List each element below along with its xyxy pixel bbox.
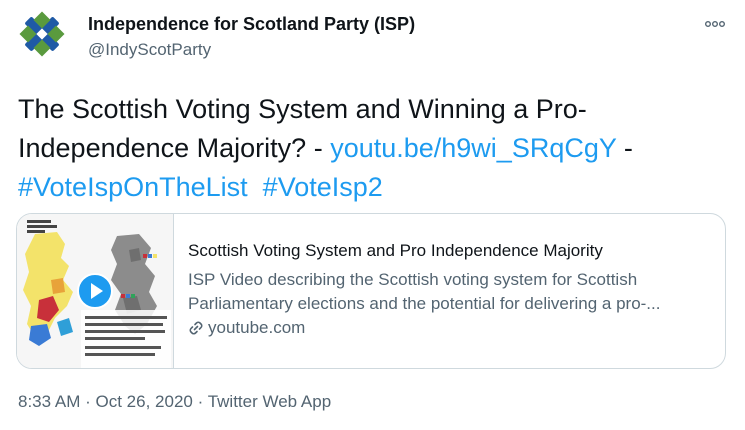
hashtag-voteisp-on-the-list[interactable]: #VoteIspOnTheList	[18, 172, 248, 202]
author-handle[interactable]: @IndyScotParty	[88, 40, 211, 60]
card-thumbnail	[17, 214, 174, 368]
tweet-date[interactable]: Oct 26, 2020	[96, 392, 193, 411]
card-title: Scottish Voting System and Pro Independe…	[188, 241, 603, 260]
link-icon	[189, 321, 203, 335]
card-domain: youtube.com	[188, 318, 711, 338]
tweet-link[interactable]: youtu.be/h9wi_SRqCgY	[330, 133, 616, 163]
saltire-knot-logo-icon	[16, 8, 68, 60]
card-domain-text: youtube.com	[208, 318, 306, 337]
video-play-button[interactable]	[77, 273, 113, 309]
tweet-text: The Scottish Voting System and Winning a…	[18, 90, 730, 207]
tweet-separator: -	[616, 133, 633, 163]
card-description-line: Parliamentary elections and the potentia…	[188, 294, 661, 313]
meta-dot: ·	[85, 392, 91, 411]
card-description-line: ISP Video describing the Scottish voting…	[188, 270, 638, 289]
video-play-icon	[77, 273, 113, 309]
author-display-name[interactable]: Independence for Scotland Party (ISP)	[88, 14, 415, 35]
card-body: Scottish Voting System and Pro Independe…	[174, 214, 725, 368]
meta-dot: ·	[197, 392, 204, 411]
more-options-button[interactable]	[703, 14, 727, 34]
tweet-time[interactable]: 8:33 AM	[18, 392, 80, 411]
more-options-icon	[705, 20, 726, 27]
tweet-source[interactable]: Twitter Web App	[208, 392, 331, 411]
hashtag-voteisp2[interactable]: #VoteIsp2	[263, 172, 383, 202]
link-preview-card[interactable]: Scottish Voting System and Pro Independe…	[16, 213, 726, 369]
avatar[interactable]	[16, 8, 68, 60]
card-description: ISP Video describing the Scottish voting…	[188, 268, 711, 316]
tweet-metadata: 8:33 AM · Oct 26, 2020 · Twitter Web App	[18, 392, 331, 412]
